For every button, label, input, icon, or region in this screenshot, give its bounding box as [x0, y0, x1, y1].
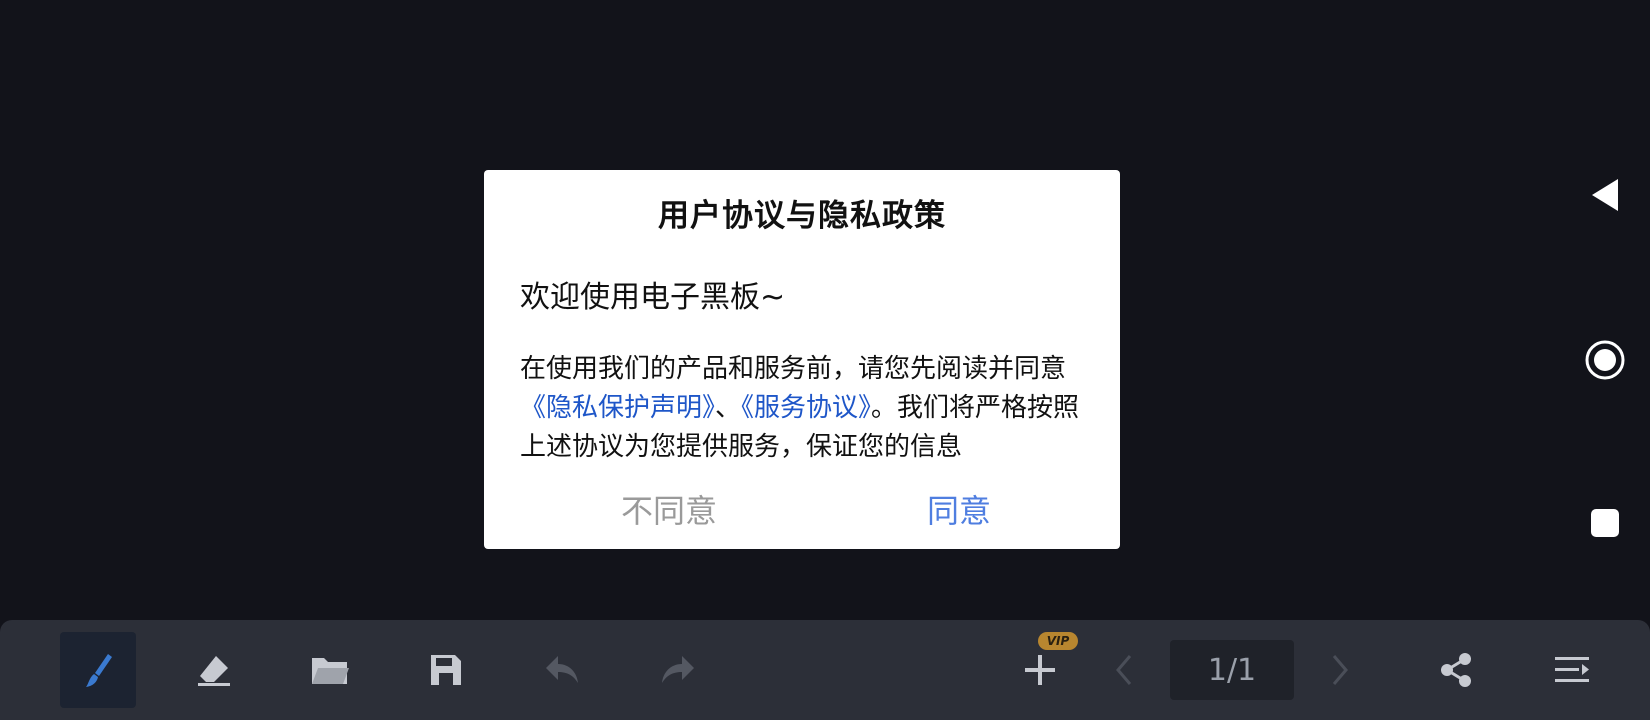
welcome-text: 欢迎使用电子黑板~: [520, 280, 786, 315]
disagree-button[interactable]: 不同意: [594, 486, 744, 532]
brush-icon: [86, 654, 112, 687]
recents-icon: [1591, 509, 1619, 537]
bottom-toolbar: [0, 620, 1650, 720]
privacy-statement-link[interactable]: 《隐私保护声明》: [520, 393, 715, 423]
home-button[interactable]: [1580, 335, 1630, 385]
eraser-icon: [198, 656, 230, 686]
recents-button[interactable]: [1580, 498, 1630, 548]
back-icon: [1592, 179, 1618, 211]
undo-button[interactable]: [524, 632, 600, 708]
undo-icon: [546, 656, 578, 683]
back-button[interactable]: [1580, 170, 1630, 220]
redo-icon: [662, 656, 694, 683]
open-folder-button[interactable]: [292, 632, 368, 708]
body-text-pre: 在使用我们的产品和服务前，请您先阅读并同意: [520, 354, 1067, 384]
service-agreement-link[interactable]: 《服务协议》: [741, 393, 871, 423]
agree-button[interactable]: 同意: [884, 486, 1034, 532]
brush-tool-button[interactable]: [60, 632, 136, 708]
next-page-button[interactable]: [1302, 632, 1378, 708]
agreement-body: 在使用我们的产品和服务前，请您先阅读并同意《隐私保护声明》、《服务协议》。我们将…: [520, 350, 1086, 464]
menu-button[interactable]: [1534, 632, 1610, 708]
home-icon: [1585, 340, 1625, 380]
system-nav-bar: [1580, 0, 1630, 620]
share-button[interactable]: [1418, 632, 1494, 708]
dialog-title: 用户协议与隐私政策: [658, 198, 946, 234]
prev-icon: [1116, 655, 1132, 685]
privacy-agreement-dialog: 用户协议与隐私政策 欢迎使用电子黑板~ 在使用我们的产品和服务前，请您先阅读并同…: [484, 170, 1120, 549]
prev-page-button[interactable]: [1086, 632, 1162, 708]
eraser-tool-button[interactable]: [176, 632, 252, 708]
add-icon: [1025, 655, 1055, 685]
next-icon: [1332, 655, 1348, 685]
redo-button[interactable]: [640, 632, 716, 708]
save-icon: [431, 655, 461, 685]
folder-icon: [312, 658, 349, 684]
vip-badge: VIP: [1038, 632, 1078, 650]
save-button[interactable]: [408, 632, 484, 708]
separator: 、: [715, 393, 742, 423]
share-icon: [1441, 653, 1471, 687]
page-indicator: 1/1: [1170, 640, 1294, 700]
menu-icon: [1555, 657, 1589, 682]
